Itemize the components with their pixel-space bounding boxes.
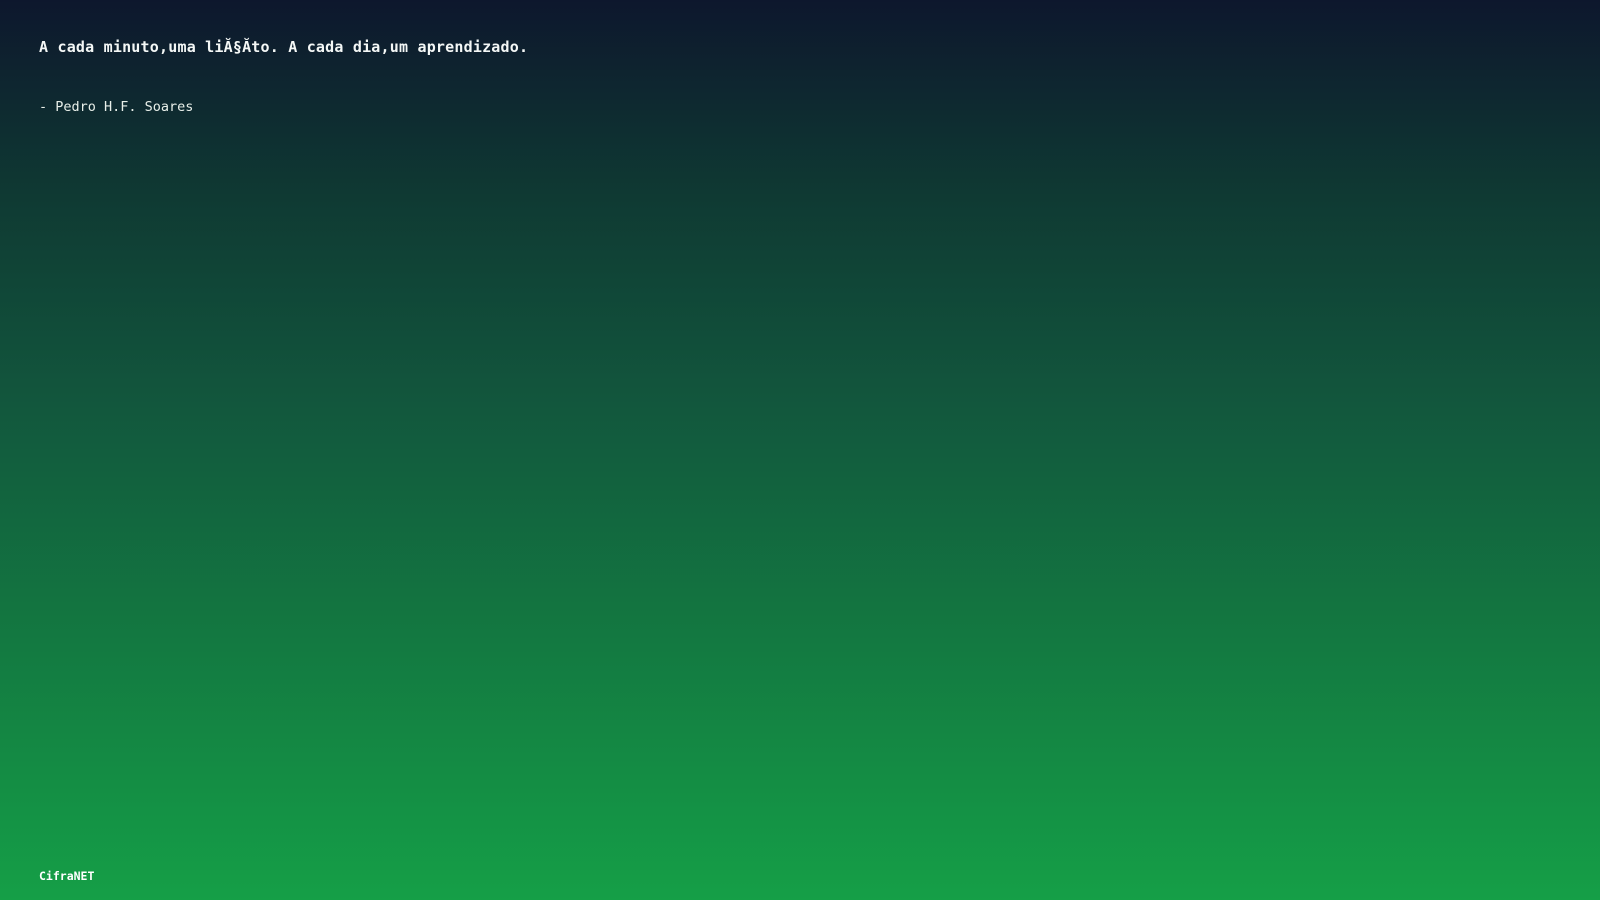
quote-text: A cada minuto,uma liĂ§Ăto. A cada dia,um… [39,38,529,56]
brand-label: CifraNET [39,869,95,883]
screen-background: A cada minuto,uma liĂ§Ăto. A cada dia,um… [0,0,1600,900]
quote-author: - Pedro H.F. Soares [39,99,194,115]
